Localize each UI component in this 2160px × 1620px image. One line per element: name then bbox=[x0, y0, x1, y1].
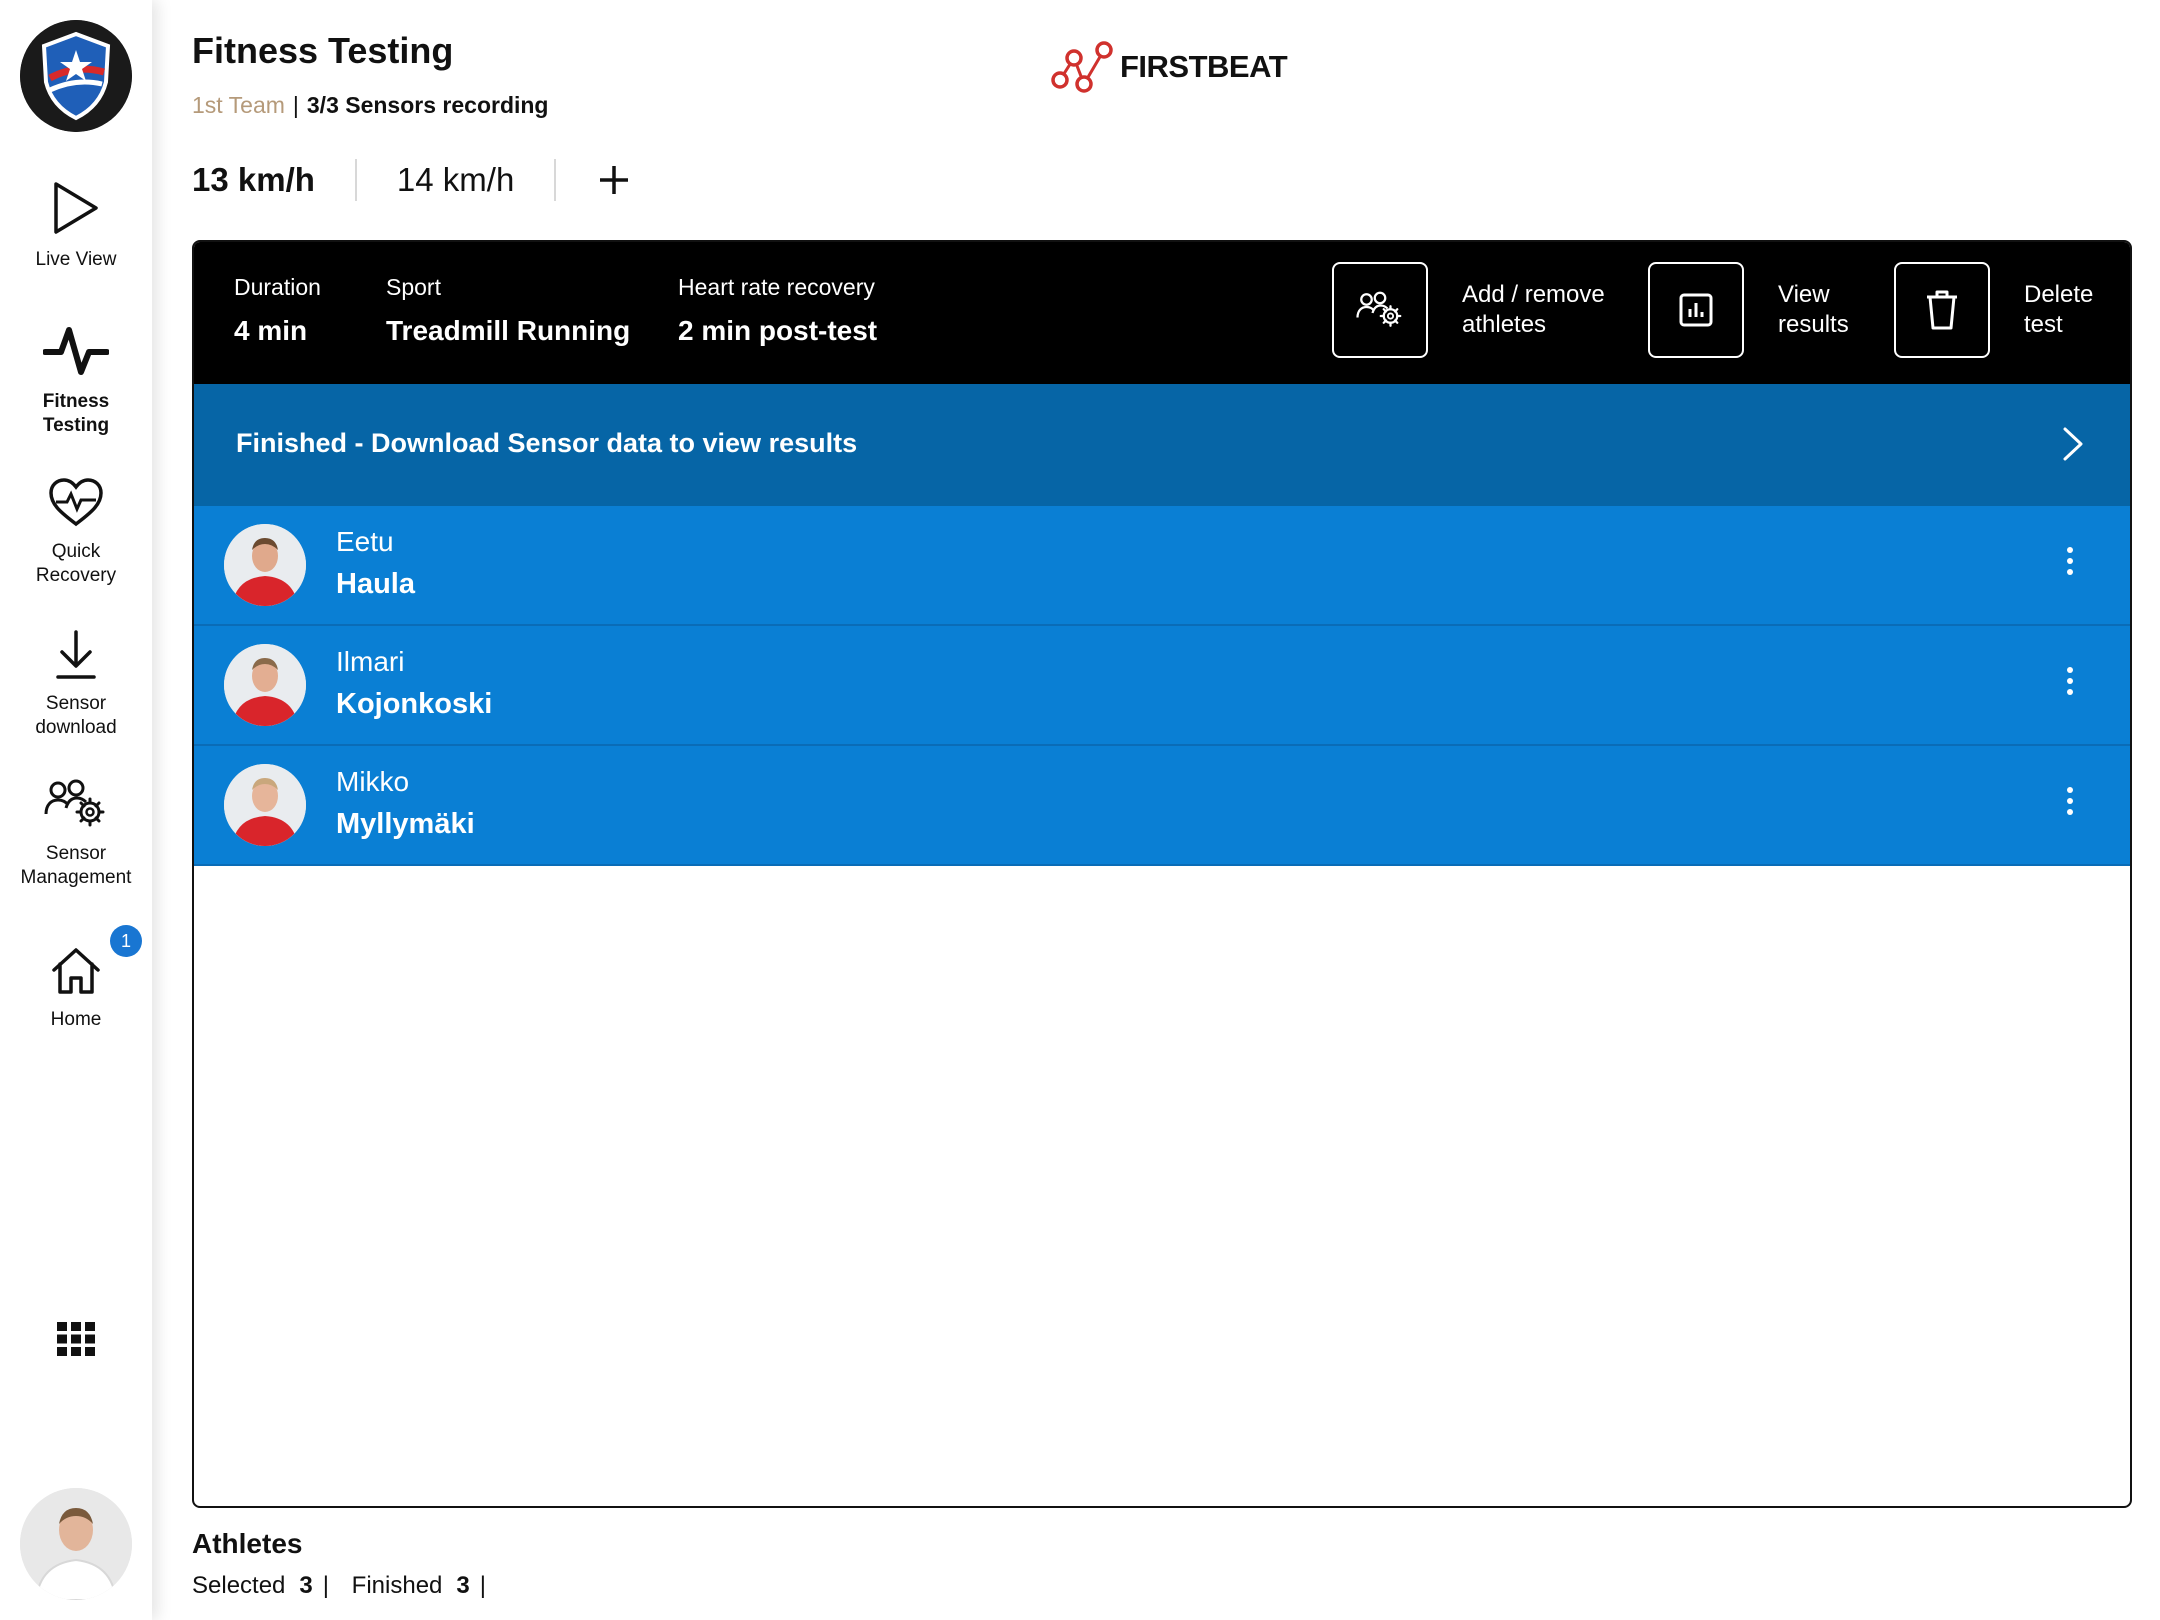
tab-divider bbox=[554, 159, 557, 201]
hr-recovery-value: 2 min post-test bbox=[678, 315, 878, 346]
status-banner[interactable]: Finished - Download Sensor data to view … bbox=[194, 384, 2130, 506]
nav-label: Live View bbox=[35, 249, 117, 270]
brand-name: FIRSTBEAT bbox=[1120, 49, 1288, 84]
selected-label: Selected bbox=[192, 1572, 286, 1599]
status-text: Finished - Download Sensor data to view … bbox=[236, 428, 858, 458]
athletes-heading: Athletes bbox=[192, 1528, 303, 1559]
team-logo[interactable] bbox=[20, 20, 132, 132]
team-name[interactable]: 1st Team bbox=[192, 92, 285, 118]
hr-recovery-label: Heart rate recovery bbox=[678, 274, 875, 300]
hr-recovery-info: Heart rate recovery 2 min post-test bbox=[678, 274, 877, 347]
test-info-bar: Duration 4 min Sport Treadmill Running H… bbox=[194, 242, 2130, 384]
nav-fitness-testing[interactable]: Fitness Testing bbox=[0, 322, 152, 438]
nav-live-view[interactable]: Live View bbox=[0, 180, 152, 272]
group-gear-icon bbox=[44, 779, 105, 827]
heart-pulse-icon bbox=[49, 478, 103, 527]
separator: | bbox=[292, 92, 299, 118]
selected-count: 3 bbox=[299, 1572, 313, 1599]
speed-tabs: 13 km/h 14 km/h bbox=[192, 155, 630, 205]
tab-speed-14[interactable]: 14 km/h bbox=[357, 158, 554, 202]
sport-label: Sport bbox=[386, 274, 441, 300]
nav-label: Sensor download bbox=[35, 693, 117, 738]
finished-label: Finished bbox=[351, 1572, 443, 1599]
subtitle: 1st Team | 3/3 Sensors recording bbox=[192, 92, 548, 119]
athlete-last-name: Kojonkoski bbox=[336, 688, 493, 720]
separator: | bbox=[322, 1572, 329, 1599]
nav-label: Sensor Management bbox=[20, 843, 132, 888]
notification-badge: 1 bbox=[110, 925, 142, 957]
more-vertical-icon[interactable] bbox=[2066, 546, 2074, 576]
duration-value: 4 min bbox=[234, 315, 308, 346]
delete-test-button[interactable] bbox=[1894, 262, 1990, 358]
play-icon bbox=[54, 182, 98, 234]
nav-quick-recovery[interactable]: Quick Recovery bbox=[0, 478, 152, 588]
athletes-counts: Selected 3 | Finished 3 | bbox=[192, 1572, 486, 1600]
add-remove-athletes-button[interactable] bbox=[1332, 262, 1428, 358]
athlete-avatar bbox=[224, 524, 306, 606]
test-card: Duration 4 min Sport Treadmill Running H… bbox=[192, 240, 2132, 1508]
athlete-row[interactable]: Eetu Haula bbox=[194, 506, 2130, 626]
athlete-last-name: Myllymäki bbox=[336, 808, 475, 840]
duration-label: Duration bbox=[234, 274, 321, 300]
athlete-first-name: Eetu bbox=[336, 526, 394, 557]
athlete-avatar bbox=[224, 764, 306, 846]
athlete-row[interactable]: Mikko Myllymäki bbox=[194, 746, 2130, 866]
finished-count: 3 bbox=[456, 1572, 470, 1599]
delete-test-label[interactable]: Delete test bbox=[2024, 280, 2093, 340]
bar-chart-icon bbox=[1679, 293, 1713, 327]
group-gear-icon bbox=[1356, 291, 1402, 327]
add-speed-icon[interactable] bbox=[598, 164, 630, 196]
tab-speed-13[interactable]: 13 km/h bbox=[192, 158, 355, 202]
view-results-button[interactable] bbox=[1648, 262, 1744, 358]
more-vertical-icon[interactable] bbox=[2066, 666, 2074, 696]
duration-info: Duration 4 min bbox=[234, 274, 321, 347]
athlete-row[interactable]: Ilmari Kojonkoski bbox=[194, 626, 2130, 746]
home-icon bbox=[52, 948, 100, 994]
athlete-first-name: Mikko bbox=[336, 766, 410, 797]
add-remove-athletes-label[interactable]: Add / remove athletes bbox=[1462, 280, 1605, 340]
firstbeat-logo-icon bbox=[1051, 41, 1113, 93]
view-results-label[interactable]: View results bbox=[1778, 280, 1849, 340]
athlete-last-name: Haula bbox=[336, 568, 415, 600]
more-vertical-icon[interactable] bbox=[2066, 786, 2074, 816]
apps-grid-icon[interactable] bbox=[57, 1322, 95, 1356]
brand-logo: FIRSTBEAT bbox=[1050, 40, 1288, 94]
nav-label: Home bbox=[50, 1009, 102, 1030]
sport-value: Treadmill Running bbox=[386, 315, 631, 346]
nav-sensor-management[interactable]: Sensor Management bbox=[0, 778, 152, 890]
download-icon bbox=[56, 630, 96, 679]
user-avatar[interactable] bbox=[20, 1488, 132, 1600]
separator: | bbox=[479, 1572, 486, 1599]
athlete-first-name: Ilmari bbox=[336, 646, 405, 677]
sidebar: Live View Fitness Testing Quick Recovery… bbox=[0, 0, 152, 1620]
nav-home[interactable]: Home bbox=[0, 946, 152, 1032]
nav-sensor-download[interactable]: Sensor download bbox=[0, 630, 152, 740]
nav-label: Fitness Testing bbox=[42, 391, 110, 436]
sport-info: Sport Treadmill Running bbox=[386, 274, 630, 347]
athlete-avatar bbox=[224, 644, 306, 726]
trash-icon bbox=[1927, 290, 1957, 330]
sensors-status: 3/3 Sensors recording bbox=[306, 92, 549, 118]
nav-label: Quick Recovery bbox=[35, 541, 117, 586]
pulse-icon bbox=[43, 327, 109, 375]
page-title: Fitness Testing bbox=[192, 30, 454, 71]
chevron-right-icon bbox=[2063, 427, 2083, 461]
